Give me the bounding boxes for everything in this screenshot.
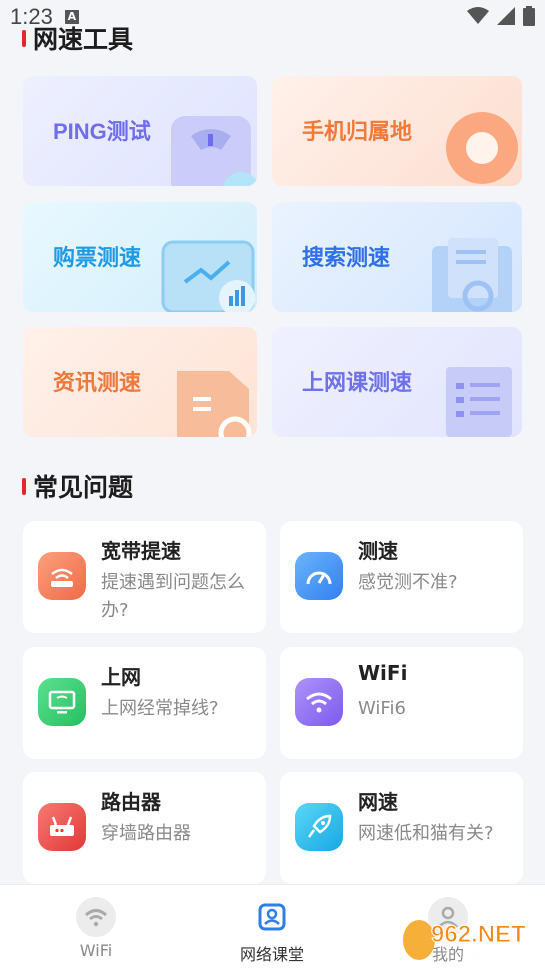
speedometer-icon — [295, 552, 343, 600]
faq-title: 测速 — [358, 539, 398, 563]
faq-card-wifi[interactable]: WiFi WiFi6 — [280, 647, 523, 759]
faq-card-broadband[interactable]: 宽带提速 提速遇到问题怎么办? — [23, 521, 266, 633]
faq-title: 宽带提速 — [101, 539, 181, 563]
faq-desc: 上网经常掉线? — [101, 698, 219, 719]
monitor-icon — [38, 678, 86, 726]
wifi-signal-icon — [467, 7, 489, 24]
rocket-icon — [295, 803, 343, 851]
scale-icon — [171, 116, 257, 186]
tool-label-ping: PING测试 — [53, 119, 151, 144]
faq-title-text: 常见问题 — [33, 473, 134, 502]
faq-title: WiFi — [358, 661, 408, 685]
faq-section-title: 常见问题 — [22, 468, 133, 504]
tool-label-search-speed: 搜索测速 — [302, 245, 391, 270]
faq-title: 上网 — [101, 665, 141, 689]
svg-text:962.NET: 962.NET — [431, 921, 526, 948]
title-accent-bar — [22, 477, 26, 495]
tool-label-news-speed: 资讯测速 — [53, 370, 142, 395]
faq-card-router[interactable]: 路由器 穿墙路由器 — [23, 772, 266, 884]
tool-label-ticket-speed: 购票测速 — [53, 245, 142, 270]
location-pin-icon — [446, 112, 518, 184]
tool-card-online-class-speed[interactable]: 上网课测速 — [272, 327, 522, 437]
tool-card-ticket-speed[interactable]: 购票测速 — [23, 202, 257, 312]
faq-card-speedtest[interactable]: 测速 感觉测不准? — [280, 521, 523, 633]
ticket-icon — [161, 240, 255, 312]
tab-label: WiFi — [79, 941, 113, 960]
site-watermark-logo: 962.NET 乐游网 — [403, 920, 527, 966]
tool-card-search-speed[interactable]: 搜索测速 — [272, 202, 522, 312]
wifi-icon — [76, 897, 116, 937]
tab-classroom[interactable]: 网络课堂 — [212, 897, 332, 965]
router-icon — [38, 552, 86, 600]
classroom-icon — [252, 897, 292, 937]
checklist-icon — [446, 367, 512, 437]
tab-label: 网络课堂 — [239, 945, 304, 964]
faq-title: 网速 — [358, 790, 398, 814]
tools-title-text: 网速工具 — [33, 25, 134, 54]
tool-card-news-speed[interactable]: 资讯测速 — [23, 327, 257, 437]
tab-wifi[interactable]: WiFi — [36, 897, 156, 960]
router-device-icon — [38, 803, 86, 851]
wifi-icon — [295, 678, 343, 726]
faq-desc: 网速低和猫有关? — [358, 823, 494, 844]
tool-card-ping[interactable]: PING测试 — [23, 76, 257, 186]
cell-signal-icon — [497, 7, 515, 25]
title-accent-bar — [22, 29, 26, 47]
tool-label-online-class-speed: 上网课测速 — [302, 370, 413, 395]
svg-text:乐游网: 乐游网 — [471, 948, 516, 966]
faq-desc: 提速遇到问题怎么办? — [101, 572, 245, 621]
faq-desc: 感觉测不准? — [358, 572, 458, 593]
faq-desc: WiFi6 — [358, 698, 406, 719]
faq-card-internet[interactable]: 上网 上网经常掉线? — [23, 647, 266, 759]
document-search-icon — [432, 238, 512, 312]
tool-label-phone-location: 手机归属地 — [302, 119, 413, 144]
faq-desc: 穿墙路由器 — [101, 823, 191, 844]
tool-card-phone-location[interactable]: 手机归属地 — [272, 76, 522, 186]
news-file-icon — [177, 371, 252, 437]
tools-section-title: 网速工具 — [22, 20, 133, 56]
faq-title: 路由器 — [101, 790, 161, 814]
battery-icon — [523, 6, 535, 26]
faq-card-net-speed[interactable]: 网速 网速低和猫有关? — [280, 772, 523, 884]
